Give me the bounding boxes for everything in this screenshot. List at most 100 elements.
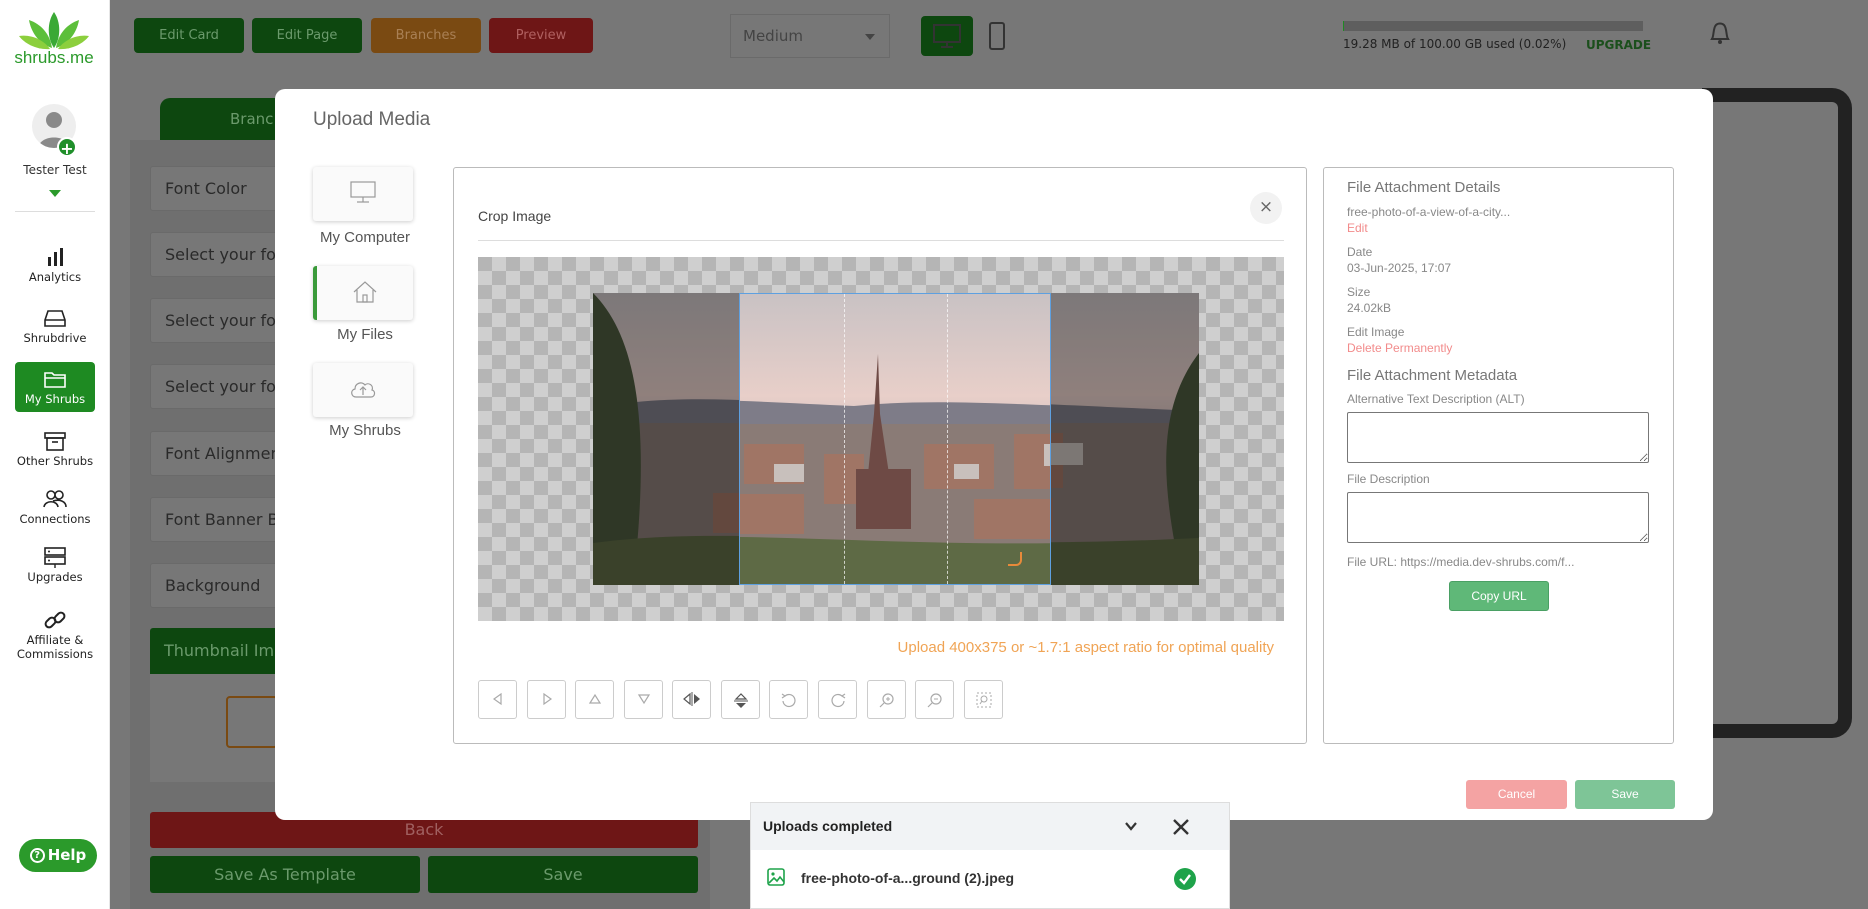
mobile-view-button[interactable] [989, 22, 1005, 50]
home-icon [353, 281, 377, 303]
move-up-icon [588, 693, 601, 704]
file-url-text: File URL: https://media.dev-shrubs.com/f… [1347, 555, 1575, 569]
edit-card-button[interactable]: Edit Card [134, 18, 244, 53]
date-value: 03-Jun-2025, 17:07 [1347, 261, 1452, 275]
chevron-down-icon [865, 34, 875, 40]
user-menu-caret-icon[interactable] [49, 190, 61, 197]
move-right-button[interactable] [527, 680, 566, 719]
monitor-icon [350, 181, 376, 203]
file-details-heading: File Attachment Details [1347, 179, 1501, 196]
storage-usage-fill [1343, 21, 1344, 31]
sidebar-item-label: Analytics [28, 270, 82, 284]
device-preview-frame [1702, 88, 1852, 738]
link-icon [44, 611, 66, 629]
leaf-logo-icon [19, 12, 89, 50]
sidebar: shrubs.me + Tester Test Analytics Shrubd… [0, 0, 110, 909]
desktop-view-button[interactable] [921, 16, 973, 56]
file-details-panel: File Attachment Details free-photo-of-a-… [1323, 167, 1674, 744]
rotate-right-icon [830, 693, 845, 708]
crop-selection-preview [740, 294, 1050, 584]
bell-icon[interactable] [1708, 20, 1732, 46]
archive-icon [44, 432, 66, 451]
copy-url-button[interactable]: Copy URL [1449, 581, 1549, 611]
crop-selection-box[interactable] [739, 293, 1051, 585]
alt-text-field[interactable] [1347, 412, 1649, 463]
help-button[interactable]: ? Help [19, 839, 97, 872]
crop-close-button[interactable]: × [1250, 192, 1282, 224]
crop-image-panel: Crop Image × Upload 400x375 or ~1.7:1 as… [453, 167, 1307, 744]
toast-title: Uploads completed [763, 818, 893, 834]
user-name: Tester Test [23, 163, 87, 177]
delete-permanently-link[interactable]: Delete Permanently [1347, 341, 1452, 355]
source-my-shrubs[interactable] [313, 363, 413, 417]
folder-icon [44, 372, 66, 388]
file-description-label: File Description [1347, 472, 1430, 486]
flip-vertical-button[interactable] [721, 680, 760, 719]
cancel-button[interactable]: Cancel [1466, 780, 1567, 809]
chevron-down-icon[interactable] [1124, 819, 1138, 833]
size-select-value: Medium [743, 27, 803, 45]
crop-guide-line [844, 294, 845, 584]
sidebar-item-connections[interactable]: Connections [15, 488, 95, 526]
help-label: Help [47, 846, 87, 864]
save-button[interactable]: Save [1575, 780, 1675, 809]
flip-horizontal-button[interactable] [672, 680, 711, 719]
sidebar-divider [15, 211, 95, 212]
source-label[interactable]: My Computer [295, 229, 435, 246]
sidebar-item-affiliate[interactable]: Affiliate & Commissions [15, 609, 95, 661]
edit-page-button[interactable]: Edit Page [252, 18, 362, 53]
source-label[interactable]: My Files [295, 326, 435, 343]
uploaded-file-name: free-photo-of-a...ground (2).jpeg [801, 870, 1015, 886]
move-down-button[interactable] [624, 680, 663, 719]
edit-image-label[interactable]: Edit Image [1347, 325, 1404, 339]
add-avatar-button[interactable]: + [57, 137, 77, 158]
sidebar-item-label: Shrubdrive [23, 331, 87, 345]
zoom-out-button[interactable] [915, 680, 954, 719]
sidebar-item-my-shrubs[interactable]: My Shrubs [15, 362, 95, 412]
preview-button[interactable]: Preview [489, 18, 593, 53]
size-value: 24.02kB [1347, 301, 1392, 315]
sidebar-item-analytics[interactable]: Analytics [15, 246, 95, 284]
size-label: Size [1347, 285, 1371, 299]
uploads-toast: Uploads completed free-photo-of-a...grou… [750, 802, 1230, 909]
file-description-field[interactable] [1347, 492, 1649, 543]
crop-divider [478, 240, 1284, 241]
source-label[interactable]: My Shrubs [295, 422, 435, 439]
aspect-ratio-note: Upload 400x375 or ~1.7:1 aspect ratio fo… [897, 639, 1274, 656]
crop-resize-handle[interactable] [1008, 552, 1022, 566]
toast-header: Uploads completed [751, 803, 1229, 850]
sidebar-item-label: Upgrades [27, 570, 83, 584]
reset-crop-button[interactable] [964, 680, 1003, 719]
flip-horizontal-icon [682, 692, 700, 706]
zoom-in-button[interactable] [867, 680, 906, 719]
cloud-upload-icon [351, 382, 376, 398]
source-my-computer[interactable] [313, 167, 413, 221]
no-image-icon[interactable] [226, 696, 278, 748]
crop-guide-line [947, 294, 948, 584]
close-icon[interactable] [1171, 817, 1191, 837]
crop-canvas[interactable] [478, 257, 1284, 621]
save-card-button[interactable]: Save [428, 856, 698, 893]
move-right-icon [542, 692, 552, 706]
upgrade-link[interactable]: UPGRADE [1586, 38, 1651, 52]
logo[interactable]: shrubs.me [14, 10, 94, 68]
source-my-files[interactable] [313, 266, 413, 320]
sidebar-item-upgrades[interactable]: Upgrades [15, 546, 95, 584]
move-down-icon [637, 694, 650, 705]
image-file-icon [767, 868, 785, 886]
edit-file-link[interactable]: Edit [1347, 221, 1368, 235]
crop-title: Crop Image [478, 208, 552, 224]
sidebar-item-shrubdrive[interactable]: Shrubdrive [15, 307, 95, 345]
sidebar-item-other-shrubs[interactable]: Other Shrubs [15, 430, 95, 468]
save-as-template-button[interactable]: Save As Template [150, 856, 420, 893]
move-up-button[interactable] [575, 680, 614, 719]
size-select[interactable]: Medium [730, 14, 890, 58]
branches-button[interactable]: Branches [371, 18, 481, 53]
rotate-right-button[interactable] [818, 680, 857, 719]
rotate-left-button[interactable] [769, 680, 808, 719]
move-left-button[interactable] [478, 680, 517, 719]
date-label: Date [1347, 245, 1373, 259]
monitor-icon [933, 24, 961, 48]
alt-text-label: Alternative Text Description (ALT) [1347, 392, 1525, 406]
sidebar-item-label: Affiliate & Commissions [16, 633, 94, 661]
